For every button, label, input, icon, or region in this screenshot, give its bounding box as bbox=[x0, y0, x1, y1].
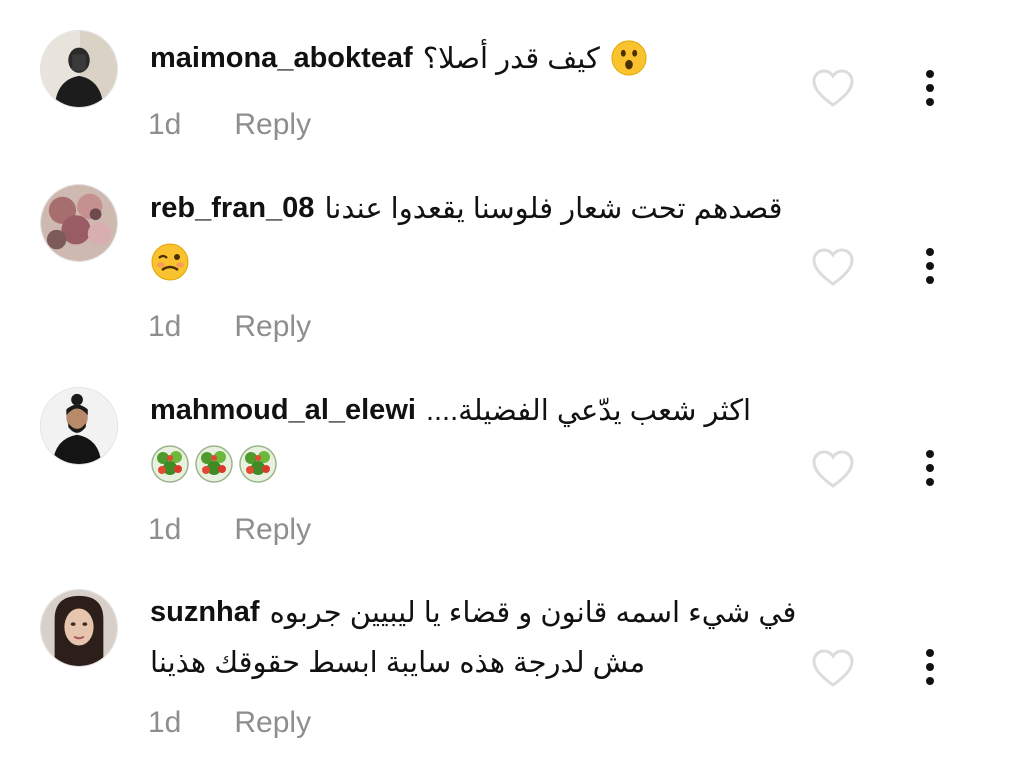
woozy-face-emoji bbox=[150, 242, 190, 282]
astonished-face-emoji bbox=[610, 39, 648, 77]
username[interactable]: suznhaf bbox=[150, 596, 260, 629]
comment-line: maimona_abokteaf كيف قدر أصلا؟ bbox=[150, 38, 648, 78]
comment-text: في شيء اسمه قانون و قضاء يا ليبيين جربوه bbox=[269, 596, 797, 629]
reply-button[interactable]: Reply bbox=[234, 513, 311, 547]
avatar[interactable] bbox=[40, 387, 118, 465]
comment-line-2: مش لدرجة هذه سايبة ابسط حقوقك هذينا bbox=[150, 642, 645, 682]
more-vertical-icon[interactable] bbox=[920, 648, 940, 688]
timestamp: 1d bbox=[148, 706, 182, 739]
comment-meta: 1d Reply bbox=[148, 307, 311, 347]
avatar[interactable] bbox=[40, 30, 118, 108]
username[interactable]: mahmoud_al_elewi bbox=[150, 394, 416, 427]
more-vertical-icon[interactable] bbox=[920, 69, 940, 109]
emoji-row bbox=[150, 442, 278, 486]
emoji-row bbox=[150, 240, 190, 284]
salad-emoji bbox=[150, 444, 190, 484]
username[interactable]: maimona_abokteaf bbox=[150, 42, 413, 75]
comment-text: كيف قدر أصلا؟ bbox=[422, 42, 600, 75]
avatar[interactable] bbox=[40, 184, 118, 262]
comment-text: قصدهم تحت شعار فلوسنا يقعدوا عندنا bbox=[324, 192, 783, 225]
comment-line: mahmoud_al_elewi اكثر شعب يدّعي الفضيلة.… bbox=[150, 390, 751, 430]
comment-line: suznhaf في شيء اسمه قانون و قضاء يا ليبي… bbox=[150, 592, 796, 632]
salad-emoji bbox=[194, 444, 234, 484]
heart-outline-icon[interactable] bbox=[811, 69, 855, 109]
timestamp: 1d bbox=[148, 108, 182, 141]
username[interactable]: reb_fran_08 bbox=[150, 192, 314, 225]
more-vertical-icon[interactable] bbox=[920, 449, 940, 489]
timestamp: 1d bbox=[148, 310, 182, 343]
comment-meta: 1d Reply bbox=[148, 703, 311, 743]
reply-button[interactable]: Reply bbox=[234, 706, 311, 740]
heart-outline-icon[interactable] bbox=[811, 450, 855, 490]
comment-meta: 1d Reply bbox=[148, 510, 311, 550]
comment-text: اكثر شعب يدّعي الفضيلة.... bbox=[425, 394, 752, 427]
heart-outline-icon[interactable] bbox=[811, 248, 855, 288]
comment-meta: 1d Reply bbox=[148, 105, 311, 145]
comment-line: reb_fran_08 قصدهم تحت شعار فلوسنا يقعدوا… bbox=[150, 188, 782, 228]
reply-button[interactable]: Reply bbox=[234, 310, 311, 344]
timestamp: 1d bbox=[148, 513, 182, 546]
heart-outline-icon[interactable] bbox=[811, 649, 855, 689]
more-vertical-icon[interactable] bbox=[920, 247, 940, 287]
reply-button[interactable]: Reply bbox=[234, 108, 311, 142]
salad-emoji bbox=[238, 444, 278, 484]
comment-text-line2: مش لدرجة هذه سايبة ابسط حقوقك هذينا bbox=[150, 646, 646, 679]
avatar[interactable] bbox=[40, 589, 118, 667]
